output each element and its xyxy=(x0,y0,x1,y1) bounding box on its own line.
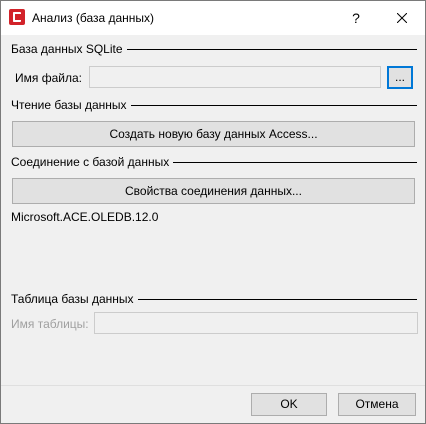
cancel-button[interactable]: Отмена xyxy=(338,393,416,416)
close-icon xyxy=(396,12,408,24)
file-name-input[interactable] xyxy=(89,66,381,88)
create-database-button[interactable]: Создать новую базу данных Access... xyxy=(12,121,415,147)
connection-properties-button[interactable]: Свойства соединения данных... xyxy=(12,178,415,204)
window-title: Анализ (база данных) xyxy=(32,11,155,25)
browse-file-button[interactable]: ... xyxy=(387,66,413,89)
app-logo-icon xyxy=(9,9,25,25)
read-group-title: Чтение базы данных xyxy=(11,98,131,112)
dialog-footer: OK Отмена xyxy=(1,385,425,423)
provider-text: Microsoft.ACE.OLEDB.12.0 xyxy=(11,210,159,224)
table-name-label: Имя таблицы: xyxy=(11,317,89,331)
ok-button[interactable]: OK xyxy=(251,393,327,416)
connection-group-title: Соединение с базой данных xyxy=(11,155,174,169)
table-name-input[interactable] xyxy=(94,312,418,334)
title-bar[interactable]: Анализ (база данных) ? xyxy=(1,1,425,35)
dialog-window: Анализ (база данных) ? База данных SQLit… xyxy=(0,0,426,424)
help-button[interactable]: ? xyxy=(333,1,379,35)
sqlite-group-title: База данных SQLite xyxy=(11,42,127,56)
file-name-label: Имя файла: xyxy=(15,71,82,85)
table-group-title: Таблица базы данных xyxy=(11,292,138,306)
close-button[interactable] xyxy=(379,1,425,35)
